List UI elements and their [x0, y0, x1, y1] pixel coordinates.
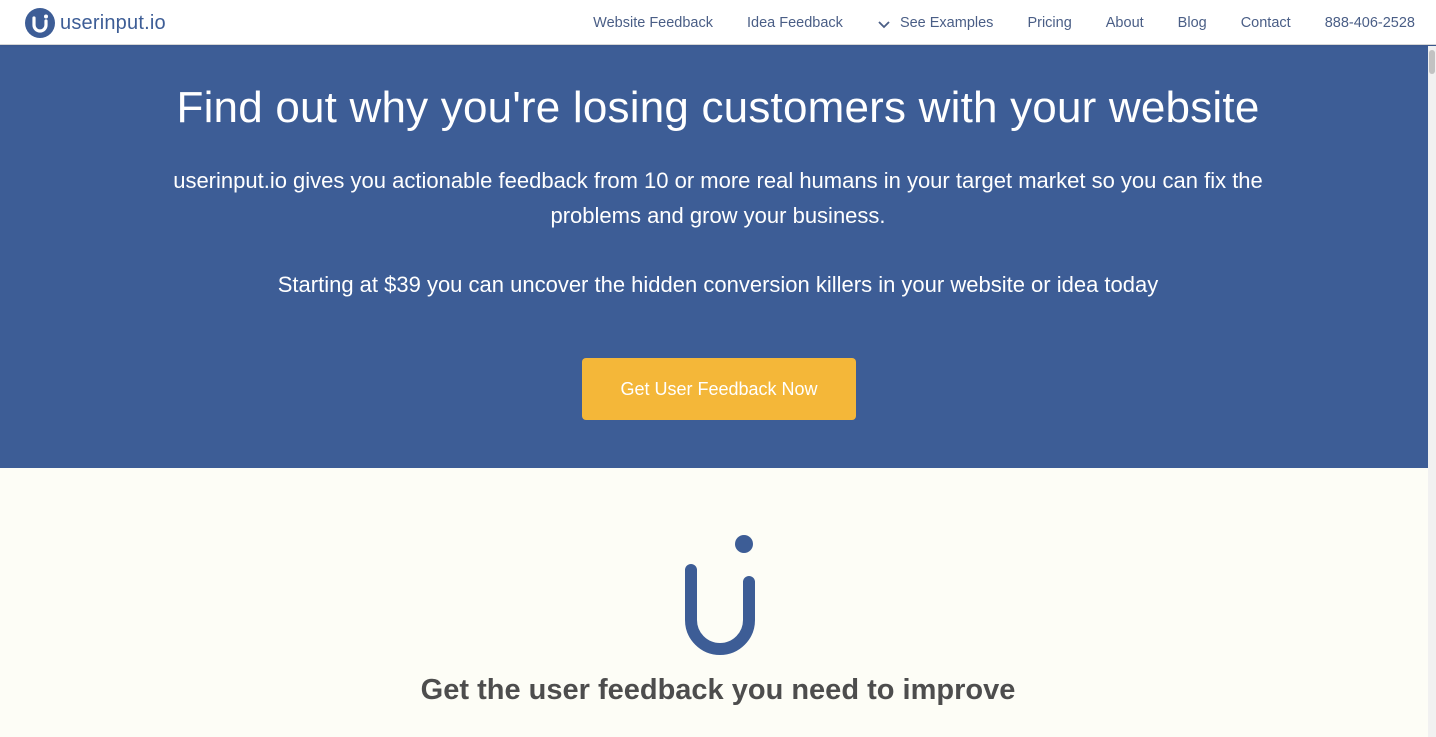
userinput-large-logo-icon	[680, 534, 760, 662]
hero-section: Find out why you're losing customers wit…	[0, 45, 1436, 468]
nav-contact[interactable]: Contact	[1241, 15, 1291, 31]
brand-logo-link[interactable]: userinput.io	[25, 8, 166, 38]
nav-pricing[interactable]: Pricing	[1027, 15, 1071, 31]
top-navbar: userinput.io Website Feedback Idea Feedb…	[0, 0, 1436, 45]
nav-see-examples[interactable]: See Examples	[877, 14, 994, 31]
nav-see-examples-label: See Examples	[899, 14, 994, 31]
chevron-down-icon	[877, 18, 891, 28]
nav-about[interactable]: About	[1106, 15, 1144, 31]
nav-blog[interactable]: Blog	[1178, 15, 1207, 31]
hero-subtitle: userinput.io gives you actionable feedba…	[173, 168, 1263, 228]
intro-section: Get the user feedback you need to improv…	[0, 468, 1436, 737]
nav-menu: Website Feedback Idea Feedback See Examp…	[593, 0, 1415, 45]
brand-name: userinput.io	[60, 11, 166, 34]
hero-price-line: Starting at $39 you can uncover the hidd…	[277, 272, 1159, 297]
hero-title: Find out why you're losing customers wit…	[176, 83, 1260, 132]
userinput-logo-icon	[25, 8, 55, 38]
nav-phone-link[interactable]: 888-406-2528	[1325, 15, 1415, 31]
nav-website-feedback[interactable]: Website Feedback	[593, 15, 713, 31]
get-user-feedback-button[interactable]: Get User Feedback Now	[582, 358, 856, 420]
page-scrollbar[interactable]	[1428, 46, 1436, 737]
nav-idea-feedback[interactable]: Idea Feedback	[747, 15, 843, 31]
section-title: Get the user feedback you need to improv…	[420, 674, 1016, 706]
scrollbar-thumb[interactable]	[1429, 50, 1435, 74]
